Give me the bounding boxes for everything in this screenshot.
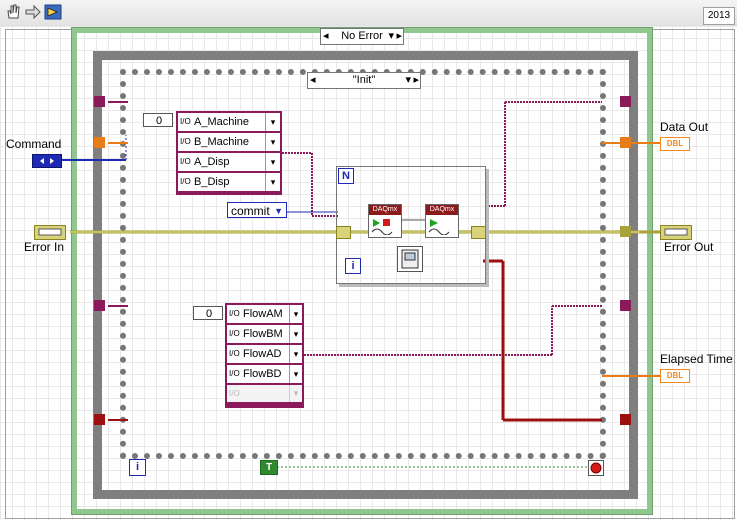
elapsed-time-label: Elapsed Time bbox=[660, 352, 733, 366]
for-loop-count-text: N bbox=[342, 170, 350, 182]
ring-a-item-1[interactable]: I/O A_Machine ▾ bbox=[178, 113, 280, 131]
ring-b-item-1-label: FlowAM bbox=[243, 308, 283, 320]
for-loop-count: N bbox=[338, 168, 354, 184]
ring-a-item-3[interactable]: I/O A_Disp ▾ bbox=[178, 153, 280, 171]
ring-a-array[interactable]: I/O A_Machine ▾ I/O B_Machine ▾ I/O A_Disp … bbox=[176, 111, 282, 195]
ring-b-index-value: 0 bbox=[206, 308, 213, 320]
shift-register-right-3[interactable] bbox=[620, 226, 631, 237]
daqmx-start-node[interactable]: DAQmx bbox=[368, 204, 402, 238]
shift-register-right-5[interactable] bbox=[620, 414, 631, 425]
daqmx-start-title: DAQmx bbox=[369, 205, 401, 215]
for-loop-error-sr-left bbox=[336, 226, 351, 239]
ring-a-item-1-label: A_Machine bbox=[194, 116, 250, 128]
commit-enum-value: commit bbox=[231, 204, 270, 218]
command-control[interactable] bbox=[32, 154, 62, 168]
commit-enum[interactable]: commit ▼ bbox=[227, 202, 287, 218]
ring-b-array[interactable]: I/O FlowAM ▾ I/O FlowBM ▾ I/O FlowAD ▾ I/O F… bbox=[225, 303, 304, 408]
for-loop-iteration: i bbox=[345, 258, 361, 274]
while-iteration-terminal: i bbox=[129, 459, 146, 476]
ring-a-index[interactable]: 0 bbox=[143, 113, 173, 127]
ring-b-item-2[interactable]: I/O FlowBM ▾ bbox=[227, 325, 302, 343]
while-iteration-text: i bbox=[135, 461, 140, 473]
run-icon[interactable] bbox=[44, 3, 62, 21]
shift-register-left-3[interactable] bbox=[94, 300, 105, 311]
true-constant-text: T bbox=[265, 462, 273, 473]
elapsed-time-type: DBL bbox=[666, 371, 684, 380]
ring-a-item-4-label: B_Disp bbox=[194, 176, 230, 188]
shift-register-right-2[interactable] bbox=[620, 137, 631, 148]
error-out-label: Error Out bbox=[664, 240, 714, 254]
data-out-type: DBL bbox=[666, 139, 684, 148]
shift-register-right-4[interactable] bbox=[620, 300, 631, 311]
true-constant[interactable]: T bbox=[260, 460, 278, 475]
ring-a-item-2[interactable]: I/O B_Machine ▾ bbox=[178, 133, 280, 151]
for-loop-iteration-text: i bbox=[351, 260, 355, 272]
arrow-tool-icon[interactable] bbox=[24, 3, 42, 21]
ring-a-item-2-label: B_Machine bbox=[194, 136, 250, 148]
shift-register-left-4[interactable] bbox=[94, 414, 105, 425]
ring-a-item-3-label: A_Disp bbox=[194, 156, 230, 168]
ring-b-item-3[interactable]: I/O FlowAD ▾ bbox=[227, 345, 302, 363]
block-diagram: ◂ No Error ▾ ▸ ◂ "Init" ▾ ▸ Command Erro… bbox=[0, 26, 737, 520]
version-label: 2013 bbox=[703, 7, 735, 25]
ring-b-item-4[interactable]: I/O FlowBD ▾ bbox=[227, 365, 302, 383]
ring-b-item-2-label: FlowBM bbox=[243, 328, 283, 340]
timer-node-icon[interactable] bbox=[397, 246, 423, 272]
daqmx-write-node[interactable]: DAQmx bbox=[425, 204, 459, 238]
ring-b-item-4-label: FlowBD bbox=[243, 368, 282, 380]
daqmx-write-title: DAQmx bbox=[426, 205, 458, 215]
ring-a-item-4[interactable]: I/O B_Disp ▾ bbox=[178, 173, 280, 191]
ring-b-index[interactable]: 0 bbox=[193, 306, 223, 320]
ring-b-item-1[interactable]: I/O FlowAM ▾ bbox=[227, 305, 302, 323]
data-out-label: Data Out bbox=[660, 120, 709, 134]
hand-tool-icon[interactable] bbox=[4, 3, 22, 21]
for-loop-error-sr-right bbox=[471, 226, 486, 239]
error-in-label: Error In bbox=[24, 240, 65, 254]
toolbar: 2013 bbox=[0, 0, 737, 27]
ring-a-index-value: 0 bbox=[156, 115, 163, 127]
command-label: Command bbox=[6, 137, 62, 151]
stop-condition-icon[interactable] bbox=[588, 460, 604, 476]
error-out-indicator bbox=[660, 225, 692, 240]
shift-register-right-1[interactable] bbox=[620, 96, 631, 107]
ring-b-item-5[interactable]: I/O ▾ bbox=[227, 385, 302, 402]
error-in-control[interactable] bbox=[34, 225, 66, 240]
data-out-indicator: DBL bbox=[660, 137, 690, 151]
shift-register-left-1[interactable] bbox=[94, 96, 105, 107]
ring-b-item-3-label: FlowAD bbox=[243, 348, 282, 360]
shift-register-left-2[interactable] bbox=[94, 137, 105, 148]
elapsed-time-indicator: DBL bbox=[660, 369, 690, 383]
